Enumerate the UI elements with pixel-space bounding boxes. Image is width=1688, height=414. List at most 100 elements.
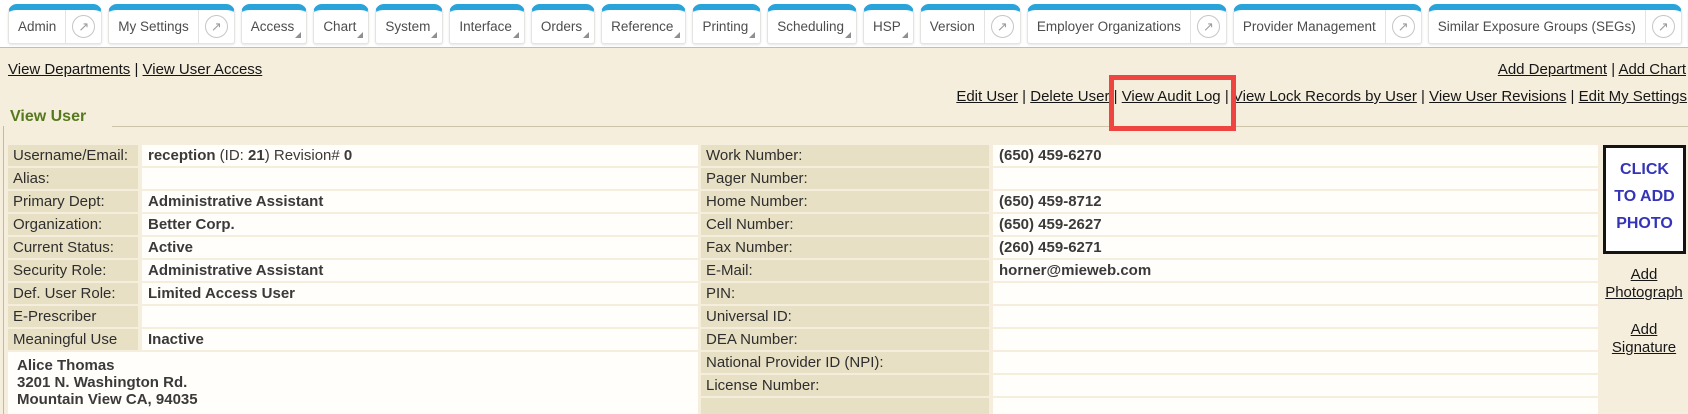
dropdown-caret-icon [431, 32, 437, 38]
add-signature-link[interactable]: Add Signature [1599, 321, 1688, 357]
fieldset-left-border [3, 126, 4, 414]
address-line-name: Alice Thomas [17, 357, 698, 374]
fieldset-top-border [112, 126, 1688, 127]
tab-hsp[interactable]: HSP [863, 4, 914, 44]
external-link-button[interactable]: ↗ [66, 15, 101, 38]
field-row: E-Mail:horner@mieweb.com [701, 260, 1598, 281]
field-value: Better Corp. [142, 214, 698, 235]
field-label: Security Role: [8, 260, 138, 281]
dropdown-caret-icon [749, 32, 755, 38]
field-value: (650) 459-2627 [993, 214, 1598, 235]
external-link-icon: ↗ [991, 15, 1014, 38]
tab-label: Scheduling [768, 19, 853, 34]
tab-interface[interactable]: Interface [449, 4, 525, 44]
field-value: Inactive [142, 329, 698, 350]
username-part: (ID: [216, 147, 249, 164]
link-view-user-access[interactable]: View User Access [143, 61, 263, 78]
click-to-add-photo-box[interactable]: CLICK TO ADD PHOTO [1603, 145, 1686, 254]
tab-label: Interface [450, 19, 521, 34]
link-separator: | [1109, 88, 1121, 105]
link-view-departments[interactable]: View Departments [8, 61, 130, 78]
external-link-icon: ↗ [72, 15, 95, 38]
tab-label: Reference [602, 19, 682, 34]
external-link-button[interactable]: ↗ [985, 15, 1020, 38]
dropdown-caret-icon [674, 32, 680, 38]
add-links: Add Department | Add Chart [1498, 61, 1686, 78]
field-row: E-Prescriber [8, 306, 698, 327]
external-link-button[interactable]: ↗ [1386, 15, 1421, 38]
highlighted-link-wrap: View Audit Log [1122, 88, 1221, 105]
field-value [142, 168, 698, 189]
field-label: Fax Number: [701, 237, 989, 258]
link-delete-user[interactable]: Delete User [1030, 88, 1109, 105]
link-view-user-revisions[interactable]: View User Revisions [1429, 88, 1566, 105]
field-label: E-Mail: [701, 260, 989, 281]
link-separator: | [130, 61, 142, 78]
dropdown-caret-icon [513, 32, 519, 38]
field-label: License Number: [701, 375, 989, 396]
external-link-icon: ↗ [1392, 15, 1415, 38]
link-edit-user[interactable]: Edit User [956, 88, 1018, 105]
external-link-button[interactable]: ↗ [1191, 15, 1226, 38]
external-link-icon: ↗ [1197, 15, 1220, 38]
tab-printing[interactable]: Printing [692, 4, 761, 44]
link-view-lock-records-by-user[interactable]: View Lock Records by User [1233, 88, 1417, 105]
field-value: (650) 459-6270 [993, 145, 1598, 166]
tab-employer-organizations[interactable]: Employer Organizations ↗ [1027, 4, 1227, 44]
field-row: National Provider ID (NPI): [701, 352, 1598, 373]
tab-system[interactable]: System [375, 4, 443, 44]
tab-label: System [376, 19, 439, 34]
field-label: Work Number: [701, 145, 989, 166]
field-label: Def. User Role: [8, 283, 138, 304]
dropdown-caret-icon [583, 32, 589, 38]
tab-bar: Admin↗My Settings↗AccessChart System Inter… [0, 0, 1688, 48]
field-label: Home Number: [701, 191, 989, 212]
link-add-department[interactable]: Add Department [1498, 61, 1607, 78]
field-value [993, 329, 1598, 350]
field-value: Administrative Assistant [142, 260, 698, 281]
tab-similar-exposure-groups-segs[interactable]: Similar Exposure Groups (SEGs)↗ [1428, 4, 1682, 44]
external-link-button[interactable]: ↗ [1646, 15, 1681, 38]
username-part: ) Revision# [265, 147, 344, 164]
link-edit-my-settings[interactable]: Edit My Settings [1579, 88, 1687, 105]
tab-reference[interactable]: Reference [601, 4, 686, 44]
tab-version[interactable]: Version↗ [920, 4, 1021, 44]
tab-label: Provider Management [1234, 19, 1385, 34]
field-value [993, 375, 1598, 396]
dropdown-caret-icon [357, 32, 363, 38]
field-row: Cell Number:(650) 459-2627 [701, 214, 1598, 235]
external-link-button[interactable]: ↗ [199, 15, 234, 38]
tab-admin[interactable]: Admin↗ [8, 4, 102, 44]
field-label: Universal ID: [701, 306, 989, 327]
field-row: Current Status:Active [8, 237, 698, 258]
field-row [701, 398, 1598, 414]
tab-label: Printing [693, 19, 757, 34]
field-row: License Number: [701, 375, 1598, 396]
tab-access[interactable]: Access [241, 4, 308, 44]
tab-chart[interactable]: Chart [313, 4, 369, 44]
dropdown-caret-icon [295, 32, 301, 38]
photo-box-line: CLICK [1606, 156, 1683, 183]
tab-orders[interactable]: Orders [531, 4, 595, 44]
tab-label: Employer Organizations [1028, 19, 1190, 34]
link-view-audit-log[interactable]: View Audit Log [1122, 88, 1221, 105]
tab-my-settings[interactable]: My Settings↗ [108, 4, 235, 44]
tab-scheduling[interactable]: Scheduling [767, 4, 857, 44]
field-label: E-Prescriber [8, 306, 138, 327]
address-line-city: Mountain View CA, 94035 [17, 391, 698, 408]
link-add-chart[interactable]: Add Chart [1618, 61, 1686, 78]
field-row: Pager Number: [701, 168, 1598, 189]
external-link-icon: ↗ [205, 15, 228, 38]
field-row: Def. User Role:Limited Access User [8, 283, 698, 304]
add-photograph-link[interactable]: Add Photograph [1599, 266, 1688, 302]
field-label: DEA Number: [701, 329, 989, 350]
address-block: Alice Thomas 3201 N. Washington Rd. Moun… [8, 352, 698, 414]
dropdown-caret-icon [902, 32, 908, 38]
field-row: Organization:Better Corp. [8, 214, 698, 235]
field-value: horner@mieweb.com [993, 260, 1598, 281]
field-value [993, 168, 1598, 189]
field-label: Username/Email: [8, 145, 138, 166]
tab-provider-management[interactable]: Provider Management ↗ [1233, 4, 1422, 44]
field-row: Security Role:Administrative Assistant [8, 260, 698, 281]
field-value: (650) 459-8712 [993, 191, 1598, 212]
